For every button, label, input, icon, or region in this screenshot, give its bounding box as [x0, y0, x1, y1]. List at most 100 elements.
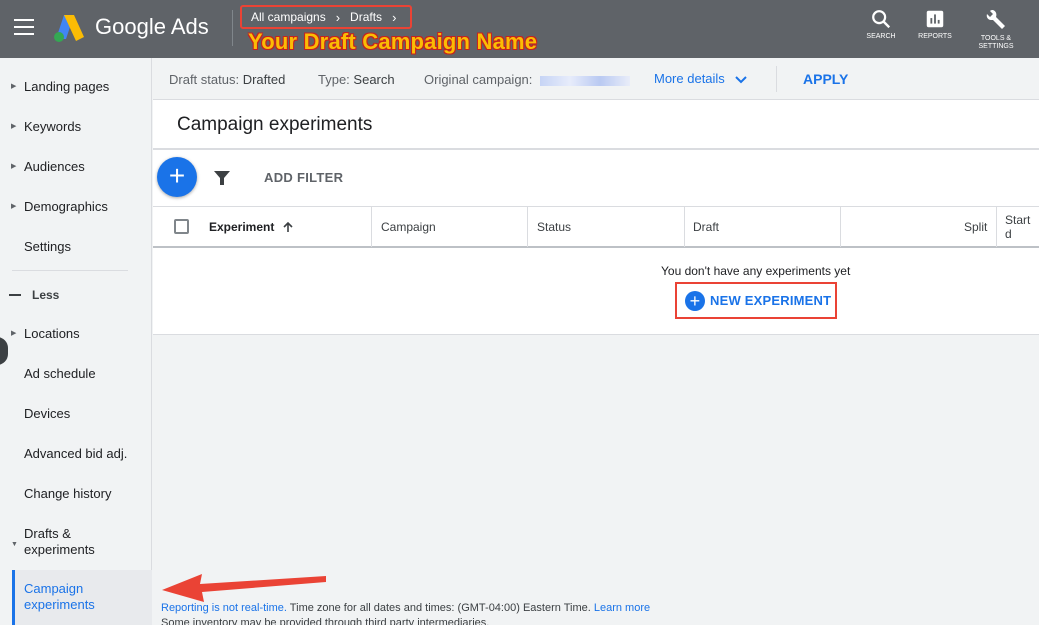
type-value: Search — [353, 72, 395, 87]
draft-status-bar: Draft status: Drafted Type: Search Origi… — [153, 58, 1039, 100]
sidebar-item-label: Demographics — [24, 198, 108, 214]
new-experiment-label: NEW EXPERIMENT — [710, 293, 832, 308]
more-details-label: More details — [654, 71, 725, 86]
column-campaign[interactable]: Campaign — [381, 207, 436, 247]
column-separator — [371, 207, 372, 247]
top-bar: Google Ads All campaigns › Drafts › Your… — [0, 0, 1039, 58]
sidebar-item-keywords[interactable]: ▶ Keywords — [0, 106, 152, 146]
draft-status: Draft status: Drafted — [169, 72, 285, 87]
empty-state-message: You don't have any experiments yet — [661, 264, 851, 278]
sidebar-item-ad-schedule[interactable]: Ad schedule — [0, 353, 152, 393]
left-sidebar: ▶ Landing pages ▶ Keywords ▶ Audiences ▶… — [0, 58, 152, 625]
tools-settings-button[interactable]: TOOLS & SETTINGS — [966, 8, 1026, 51]
sidebar-item-campaign-experiments[interactable]: Campaign experiments — [12, 570, 152, 625]
search-icon — [872, 10, 891, 29]
sidebar-item-demographics[interactable]: ▶ Demographics — [0, 186, 152, 226]
sidebar-item-label: Advanced bid adj. — [24, 445, 128, 461]
new-experiment-button[interactable]: + NEW EXPERIMENT — [675, 282, 837, 319]
filter-icon[interactable] — [213, 169, 231, 187]
chevron-down-icon — [735, 75, 748, 83]
search-tool-label: SEARCH — [866, 33, 896, 40]
caret-right-icon: ▶ — [11, 123, 17, 130]
table-header: Experiment Campaign Status Draft Split S… — [153, 206, 1039, 248]
sidebar-item-label: Locations — [24, 325, 80, 341]
minus-icon — [9, 294, 21, 296]
sidebar-item-label: Devices — [24, 405, 71, 421]
footer-inventory-note: Some inventory may be provided through t… — [161, 617, 490, 625]
column-split[interactable]: Split — [964, 207, 987, 247]
apply-button[interactable]: APPLY — [803, 71, 848, 87]
tools-label-line1: TOOLS & — [980, 35, 1012, 42]
campaign-type: Type: Search — [318, 72, 395, 87]
column-draft[interactable]: Draft — [693, 207, 719, 247]
draft-status-label: Draft status: — [169, 72, 240, 87]
breadcrumb-all-campaigns[interactable]: All campaigns — [251, 10, 326, 24]
less-label: Less — [32, 288, 60, 302]
footer-reporting-note: Reporting is not real-time. Time zone fo… — [161, 602, 650, 614]
reports-tool-label: REPORTS — [918, 33, 952, 40]
column-start-date[interactable]: Start d — [1005, 207, 1039, 247]
google-ads-logo-icon — [54, 15, 84, 42]
status-divider — [776, 66, 777, 92]
sidebar-less-toggle[interactable]: Less — [0, 284, 152, 306]
active-label-line2: experiments — [24, 597, 95, 612]
sidebar-item-landing-pages[interactable]: ▶ Landing pages — [0, 66, 152, 106]
caret-right-icon: ▶ — [11, 330, 17, 337]
caret-right-icon: ▶ — [11, 83, 17, 90]
add-filter-button[interactable]: ADD FILTER — [264, 170, 343, 185]
active-label-line1: Campaign — [24, 581, 84, 596]
sidebar-item-advanced-bid-adj[interactable]: Advanced bid adj. — [0, 433, 152, 473]
column-separator — [527, 207, 528, 247]
sidebar-divider — [12, 270, 128, 271]
header-divider — [232, 10, 233, 46]
draft-status-value: Drafted — [242, 72, 286, 87]
wrench-icon — [986, 10, 1005, 29]
caret-right-icon: ▶ — [11, 203, 17, 210]
sidebar-item-label: Change history — [24, 485, 112, 501]
original-campaign: Original campaign: — [424, 72, 631, 87]
column-separator — [684, 207, 685, 247]
column-status[interactable]: Status — [537, 207, 571, 247]
sidebar-item-label: Ad schedule — [24, 365, 96, 381]
more-details-button[interactable]: More details — [654, 71, 748, 86]
type-label: Type: — [318, 72, 350, 87]
drafts-label-line1: Drafts & — [24, 526, 71, 541]
sidebar-item-audiences[interactable]: ▶ Audiences — [0, 146, 152, 186]
sidebar-item-label: Keywords — [24, 118, 82, 134]
menu-icon[interactable] — [14, 19, 34, 35]
tools-label-line2: SETTINGS — [978, 43, 1014, 50]
experiments-card: Campaign experiments + ADD FILTER Experi… — [153, 100, 1039, 335]
column-label: Experiment — [209, 220, 275, 234]
drafts-label-line2: experiments — [24, 542, 95, 557]
sidebar-item-locations[interactable]: ▶ Locations — [0, 313, 152, 353]
chevron-right-icon: › — [335, 9, 341, 25]
sidebar-item-change-history[interactable]: Change history — [0, 473, 152, 513]
column-separator — [996, 207, 997, 247]
sidebar-item-drafts-experiments[interactable]: ▼ Drafts & experiments — [0, 522, 152, 562]
brand-name: Google Ads — [95, 14, 209, 39]
breadcrumb-drafts[interactable]: Drafts — [350, 10, 382, 24]
title-divider — [153, 148, 1039, 150]
breadcrumb: All campaigns › Drafts › — [240, 5, 412, 29]
reporting-link[interactable]: Reporting is not real-time. — [161, 602, 287, 614]
draft-campaign-name-annotation: Your Draft Campaign Name — [248, 29, 538, 54]
column-separator — [840, 207, 841, 247]
sidebar-item-settings[interactable]: Settings — [0, 226, 152, 266]
add-experiment-fab[interactable]: + — [157, 157, 197, 197]
search-tool-button[interactable]: SEARCH — [851, 8, 911, 41]
learn-more-link[interactable]: Learn more — [594, 602, 650, 614]
sidebar-item-label: Audiences — [24, 158, 85, 174]
caret-down-icon: ▼ — [11, 541, 18, 548]
add-circle-icon: + — [685, 290, 705, 311]
timezone-text: Time zone for all dates and times: (GMT-… — [286, 602, 594, 614]
sidebar-item-devices[interactable]: Devices — [0, 393, 152, 433]
original-campaign-label: Original campaign: — [424, 72, 533, 87]
column-experiment[interactable]: Experiment — [209, 207, 294, 247]
sidebar-item-label: Landing pages — [24, 78, 110, 94]
redacted-campaign-name — [540, 75, 631, 86]
reports-tool-button[interactable]: REPORTS — [905, 8, 965, 41]
page-title: Campaign experiments — [177, 114, 373, 135]
reports-icon — [926, 10, 944, 28]
select-all-checkbox[interactable] — [174, 219, 189, 234]
caret-right-icon: ▶ — [11, 163, 17, 170]
